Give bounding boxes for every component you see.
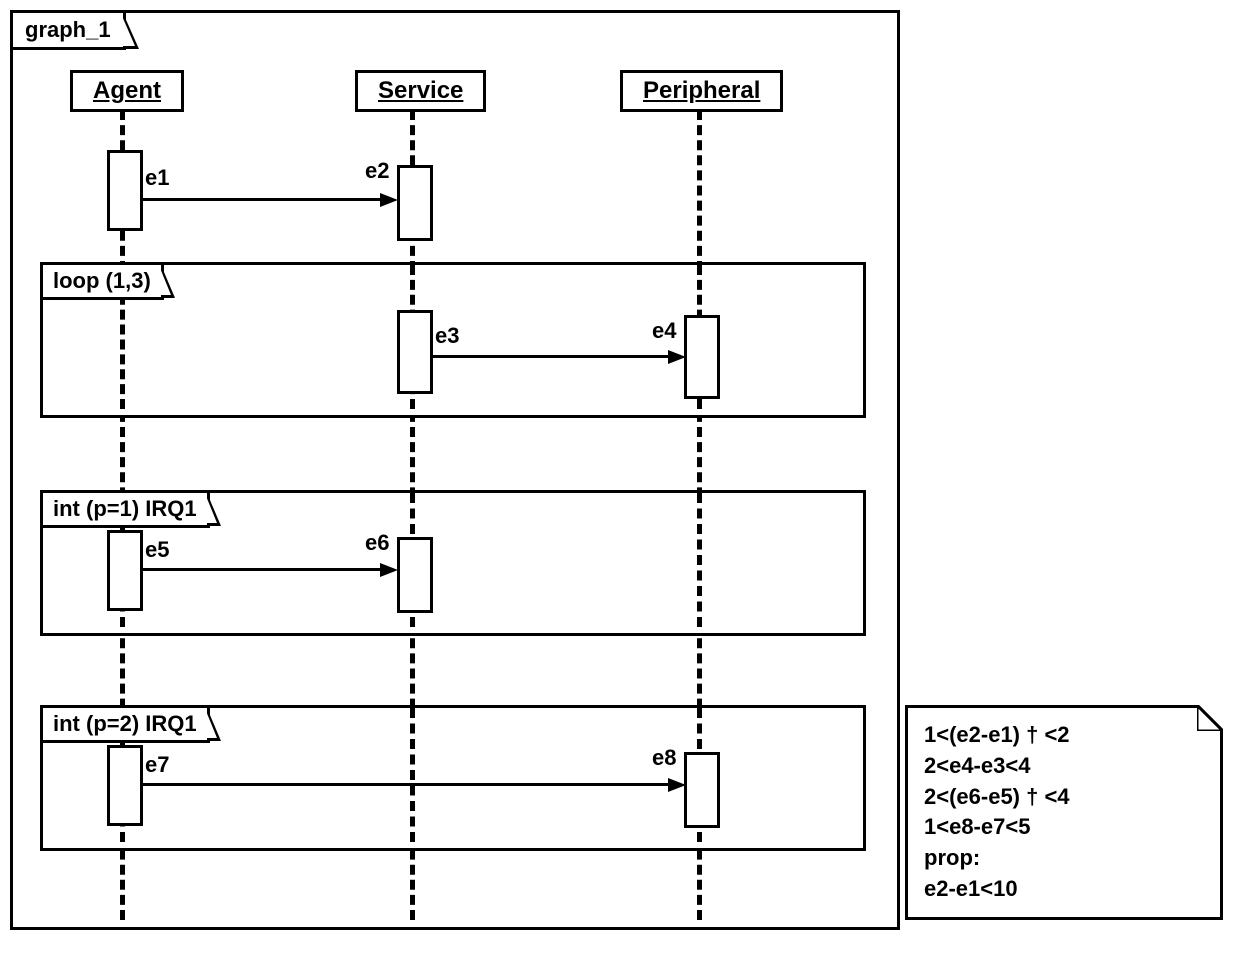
activation-service-1 bbox=[397, 165, 433, 241]
fragment-int2-label: int (p=2) IRQ1 bbox=[40, 705, 210, 743]
activation-agent-2 bbox=[107, 530, 143, 611]
activation-agent-1 bbox=[107, 150, 143, 231]
activation-service-3 bbox=[397, 537, 433, 613]
event-e2: e2 bbox=[365, 158, 389, 184]
lifeline-peripheral-header: Peripheral bbox=[620, 70, 783, 112]
event-e8: e8 bbox=[652, 745, 676, 771]
fragment-loop-label: loop (1,3) bbox=[40, 262, 164, 300]
lifeline-peripheral-seg2 bbox=[697, 493, 702, 627]
fragment-loop-text: loop (1,3) bbox=[53, 268, 151, 293]
fragment-int1-text: int (p=1) IRQ1 bbox=[53, 496, 197, 521]
event-e5: e5 bbox=[145, 537, 169, 563]
note-line-1: 1<(e2-e1) † <2 bbox=[924, 720, 1204, 751]
note-line-4: 1<e8-e7<5 bbox=[924, 812, 1204, 843]
activation-peripheral-1 bbox=[684, 315, 720, 399]
activation-agent-3 bbox=[107, 745, 143, 826]
fragment-int2-text: int (p=2) IRQ1 bbox=[53, 711, 197, 736]
event-e3: e3 bbox=[435, 323, 459, 349]
fragment-int1-label: int (p=1) IRQ1 bbox=[40, 490, 210, 528]
constraint-note: 1<(e2-e1) † <2 2<e4-e3<4 2<(e6-e5) † <4 … bbox=[905, 705, 1223, 920]
note-fold-icon bbox=[1197, 705, 1223, 731]
event-e7: e7 bbox=[145, 752, 169, 778]
activation-peripheral-2 bbox=[684, 752, 720, 828]
lifeline-service-label: Service bbox=[378, 77, 463, 104]
event-e4: e4 bbox=[652, 318, 676, 344]
lifeline-service-header: Service bbox=[355, 70, 486, 112]
frame-title: graph_1 bbox=[10, 10, 126, 50]
event-e1: e1 bbox=[145, 165, 169, 191]
note-line-2: 2<e4-e3<4 bbox=[924, 751, 1204, 782]
lifeline-service-seg3 bbox=[410, 708, 415, 842]
frame-title-text: graph_1 bbox=[25, 17, 111, 42]
lifeline-peripheral-label: Peripheral bbox=[643, 77, 760, 104]
lifeline-agent-header: Agent bbox=[70, 70, 184, 112]
event-e6: e6 bbox=[365, 530, 389, 556]
note-line-3: 2<(e6-e5) † <4 bbox=[924, 782, 1204, 813]
note-line-5: prop: bbox=[924, 843, 1204, 874]
activation-service-2 bbox=[397, 310, 433, 394]
note-line-6: e2-e1<10 bbox=[924, 874, 1204, 905]
sequence-diagram: graph_1 Agent Service Peripheral e1 e2 l… bbox=[10, 10, 1230, 954]
lifeline-agent-label: Agent bbox=[93, 77, 161, 104]
